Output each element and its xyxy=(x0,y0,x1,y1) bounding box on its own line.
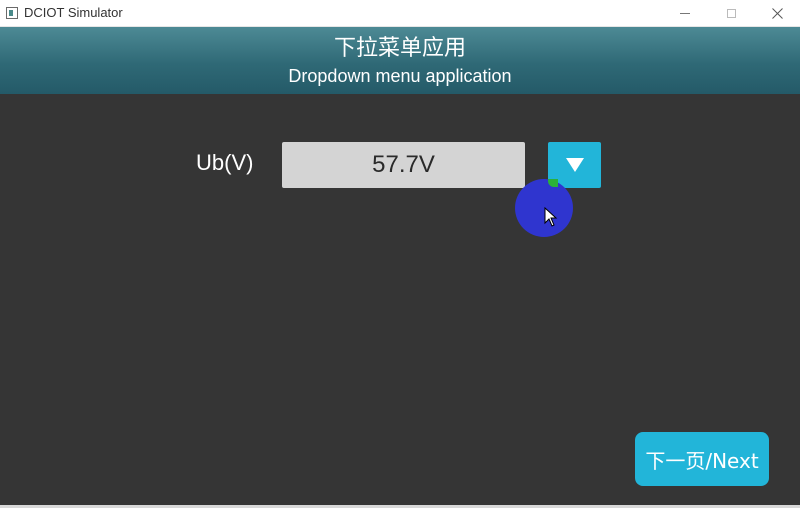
header-banner: 下拉菜单应用 Dropdown menu application xyxy=(0,27,800,94)
maximize-button[interactable] xyxy=(708,0,754,27)
mouse-cursor-icon xyxy=(544,207,558,227)
triangle-down-icon xyxy=(565,158,584,172)
app-icon xyxy=(6,7,18,19)
window-title: DCIOT Simulator xyxy=(24,5,123,20)
ub-value-display[interactable]: 57.7V xyxy=(282,142,525,188)
next-button[interactable]: 下一页/Next xyxy=(635,432,769,486)
ub-label: Ub(V) xyxy=(196,150,254,175)
page-title-en: Dropdown menu application xyxy=(288,66,512,86)
minimize-icon xyxy=(680,13,690,14)
title-bar: DCIOT Simulator xyxy=(0,0,800,27)
page-title-cn: 下拉菜单应用 xyxy=(333,36,466,61)
close-icon xyxy=(771,8,783,19)
close-button[interactable] xyxy=(754,0,800,27)
app-window: DCIOT Simulator 下拉菜单应用 Dropdown menu app… xyxy=(0,0,800,508)
maximize-icon xyxy=(726,9,736,18)
minimize-button[interactable] xyxy=(662,0,708,27)
touch-indicator-accent xyxy=(548,179,558,187)
